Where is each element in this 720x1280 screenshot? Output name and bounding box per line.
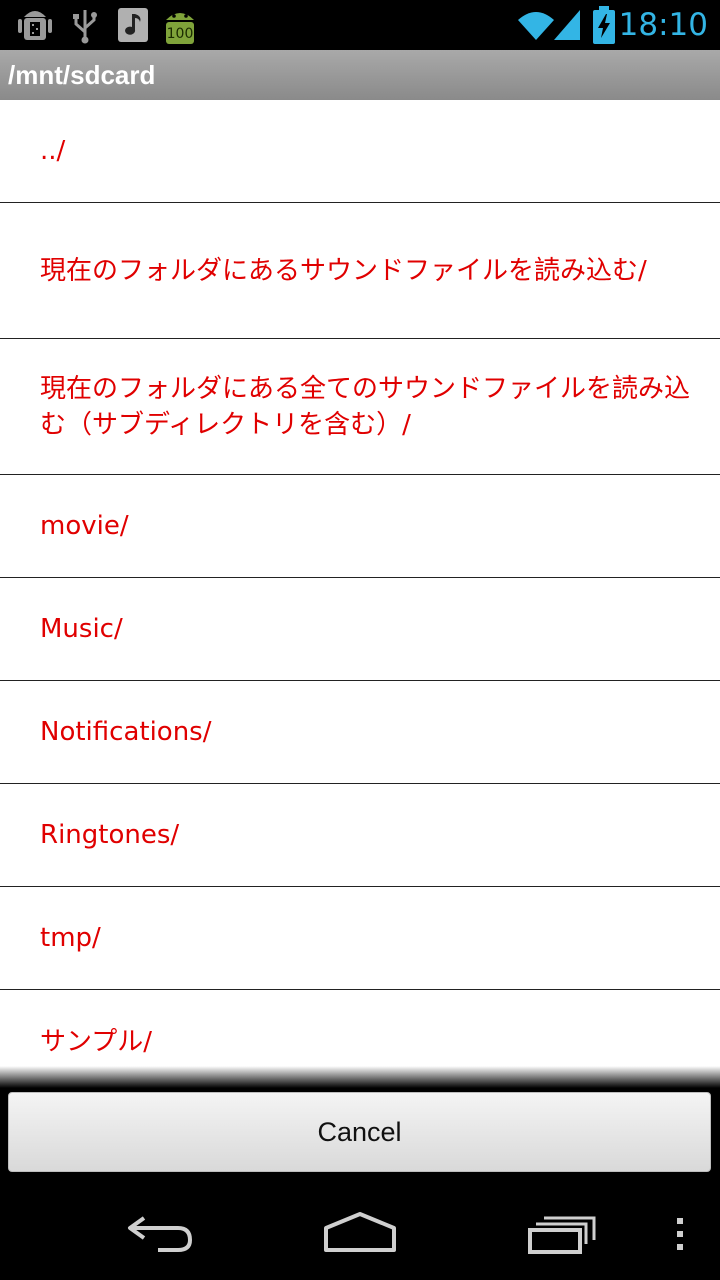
list-item-sample[interactable]: サンプル/ [0, 990, 720, 1066]
list-item-label: 現在のフォルダにある全てのサウンドファイルを読み込む（サブディレクトリを含む）/ [40, 373, 691, 440]
cancel-button-label: Cancel [317, 1116, 402, 1147]
list-item-label: movie/ [40, 511, 129, 541]
list-item-label: ../ [40, 136, 66, 166]
usb-icon [73, 10, 97, 44]
android-debug-icon [18, 11, 52, 40]
status-bar: 100 18:10 [0, 0, 720, 50]
signal-icon [554, 10, 580, 40]
list-item-movie[interactable]: movie/ [0, 475, 720, 578]
list-item-load-all-recursive[interactable]: 現在のフォルダにある全てのサウンドファイルを読み込む（サブディレクトリを含む）/ [0, 339, 720, 475]
recent-apps-icon[interactable] [526, 1210, 598, 1254]
list-item-parent-dir[interactable]: ../ [0, 100, 720, 203]
list-item-label: 現在のフォルダにあるサウンドファイルを読み込む/ [40, 255, 647, 286]
list-item-ringtones[interactable]: Ringtones/ [0, 784, 720, 887]
list-item-tmp[interactable]: tmp/ [0, 887, 720, 990]
home-icon[interactable] [322, 1210, 398, 1254]
button-bar: Cancel [0, 1088, 720, 1180]
list-item-label: tmp/ [40, 923, 101, 953]
wifi-icon [518, 12, 554, 40]
list-fade-edge [0, 1066, 720, 1088]
current-path: /mnt/sdcard [8, 60, 156, 90]
back-icon[interactable] [124, 1210, 196, 1254]
battery-badge: 100 [166, 26, 194, 42]
list-item-notifications[interactable]: Notifications/ [0, 681, 720, 784]
navigation-bar [0, 1180, 720, 1280]
title-bar: /mnt/sdcard [0, 50, 720, 100]
cancel-button[interactable]: Cancel [8, 1092, 711, 1172]
list-item-label: Music/ [40, 614, 123, 644]
overflow-menu-icon[interactable] [672, 1216, 688, 1252]
list-item-music[interactable]: Music/ [0, 578, 720, 681]
list-item-label: サンプル/ [40, 1026, 152, 1057]
list-item-label: Notifications/ [40, 717, 212, 747]
list-item-label: Ringtones/ [40, 820, 180, 850]
battery-charging-icon [593, 6, 615, 44]
android-battery-icon: 100 [162, 6, 198, 46]
clock: 18:10 [618, 7, 708, 43]
list-item-load-current-folder[interactable]: 現在のフォルダにあるサウンドファイルを読み込む/ [0, 203, 720, 339]
music-note-icon [118, 8, 148, 42]
file-list: ../ 現在のフォルダにあるサウンドファイルを読み込む/ 現在のフォルダにある全… [0, 100, 720, 1066]
